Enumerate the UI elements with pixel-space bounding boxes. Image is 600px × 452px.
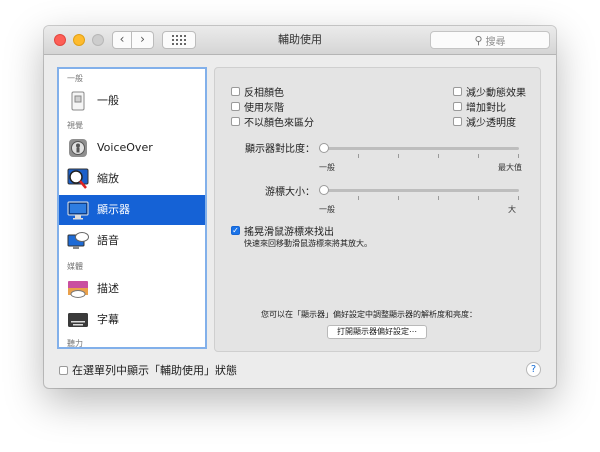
descriptions-icon <box>68 281 88 298</box>
general-switch-icon <box>71 91 85 111</box>
checkbox-box <box>453 117 462 126</box>
section-header-media: 媒體 <box>67 262 83 271</box>
contrast-min-label: 一般 <box>319 163 335 172</box>
cursor-size-slider-knob[interactable] <box>319 185 329 195</box>
checkbox-box <box>231 117 240 126</box>
reduce-transparency-checkbox[interactable]: 減少透明度 <box>453 114 516 129</box>
close-window-button[interactable] <box>54 34 66 46</box>
sidebar-item-speech[interactable]: 語音 <box>59 226 205 256</box>
shake-description: 快速來回移動滑鼠游標來將其放大。 <box>244 239 372 248</box>
sidebar-item-display[interactable]: 顯示器 <box>59 195 205 225</box>
zoom-window-button[interactable] <box>92 34 104 46</box>
voiceover-icon <box>69 139 87 157</box>
contrast-max-label: 最大值 <box>498 163 522 172</box>
sidebar-item-label: 一般 <box>97 94 119 107</box>
search-icon: ⚲ <box>474 33 483 47</box>
sidebar-item-captions[interactable]: 字幕 <box>59 305 205 335</box>
contrast-slider-knob[interactable] <box>319 143 329 153</box>
cursor-size-slider-label: 游標大小： <box>265 187 315 198</box>
increase-contrast-checkbox[interactable]: 增加對比 <box>453 99 506 114</box>
search-placeholder: 搜尋 <box>485 36 506 48</box>
sidebar-item-voiceover[interactable]: VoiceOver <box>59 133 205 163</box>
grayscale-checkbox[interactable]: 使用灰階 <box>231 99 284 114</box>
checkbox-box <box>453 87 462 96</box>
display-settings-panel: 反相顏色 使用灰階 不以顏色來區分 減少動態效果 增加對比 減少透明度 顯示器對… <box>214 67 541 352</box>
checkbox-label: 使用灰階 <box>244 103 284 114</box>
cursor-min-label: 一般 <box>319 205 335 214</box>
back-button[interactable]: ‹ <box>112 31 132 49</box>
title-bar: ‹ › 輔助使用 ⚲ 搜尋 <box>44 26 556 55</box>
open-display-preferences-button[interactable]: 打開顯示器偏好設定⋯ <box>327 325 427 339</box>
checkbox-label: 減少透明度 <box>466 118 516 129</box>
checkbox-label: 在選單列中顯示「輔助使用」狀態 <box>72 364 237 377</box>
sidebar-item-general[interactable]: 一般 <box>59 86 205 116</box>
sidebar-item-zoom[interactable]: 縮放 <box>59 164 205 194</box>
shake-to-locate-checkbox[interactable]: ✓ 搖晃滑鼠游標來找出 <box>231 223 334 238</box>
sidebar-item-label: 語音 <box>97 234 119 247</box>
checkbox-box <box>231 87 240 96</box>
captions-icon <box>68 313 88 327</box>
navigation-buttons: ‹ › <box>112 31 154 49</box>
sidebar-item-label: VoiceOver <box>97 141 153 154</box>
minimize-window-button[interactable] <box>73 34 85 46</box>
checkbox-box <box>231 102 240 111</box>
sidebar-item-label: 顯示器 <box>97 203 130 216</box>
checkbox-label: 搖晃滑鼠游標來找出 <box>244 227 334 238</box>
checkbox-label: 反相顏色 <box>244 88 284 99</box>
grid-icon <box>172 35 186 45</box>
sidebar-item-label: 縮放 <box>97 172 119 185</box>
checkbox-label: 減少動態效果 <box>466 88 526 99</box>
checkbox-box <box>453 102 462 111</box>
sidebar-item-label: 描述 <box>97 282 119 295</box>
show-all-button[interactable] <box>162 31 196 49</box>
search-field[interactable]: ⚲ 搜尋 <box>430 31 550 49</box>
checkbox-box <box>59 365 68 375</box>
section-header-hearing: 聽力 <box>67 339 83 348</box>
sidebar-item-label: 字幕 <box>97 313 119 326</box>
zoom-icon <box>67 168 89 189</box>
checkmark-icon: ✓ <box>231 226 240 235</box>
display-icon <box>67 201 89 220</box>
checkbox-label: 增加對比 <box>466 103 506 114</box>
help-button[interactable]: ? <box>526 362 541 377</box>
differentiate-without-color-checkbox[interactable]: 不以顏色來區分 <box>231 114 314 129</box>
section-header-general: 一般 <box>67 74 83 83</box>
sidebar-item-descriptions[interactable]: 描述 <box>59 274 205 304</box>
speech-icon <box>67 232 89 249</box>
invert-colors-checkbox[interactable]: 反相顏色 <box>231 84 284 99</box>
section-header-vision: 視覺 <box>67 121 83 130</box>
cursor-max-label: 大 <box>508 205 516 214</box>
display-prefs-note: 您可以在「顯示器」偏好設定中調整顯示器的解析度和亮度： <box>261 310 477 319</box>
checkbox-label: 不以顏色來區分 <box>244 118 314 129</box>
contrast-slider-label: 顯示器對比度： <box>245 144 315 155</box>
reduce-motion-checkbox[interactable]: 減少動態效果 <box>453 84 526 99</box>
accessibility-window: ‹ › 輔助使用 ⚲ 搜尋 一般 一般 視覺 VoiceOver 縮放 顯示器 … <box>44 26 556 388</box>
show-in-menu-bar-checkbox[interactable]: 在選單列中顯示「輔助使用」狀態 <box>59 362 237 378</box>
forward-button[interactable]: › <box>132 31 154 49</box>
category-sidebar[interactable]: 一般 一般 視覺 VoiceOver 縮放 顯示器 語音 媒體 描述 字幕 聽力 <box>57 67 207 349</box>
